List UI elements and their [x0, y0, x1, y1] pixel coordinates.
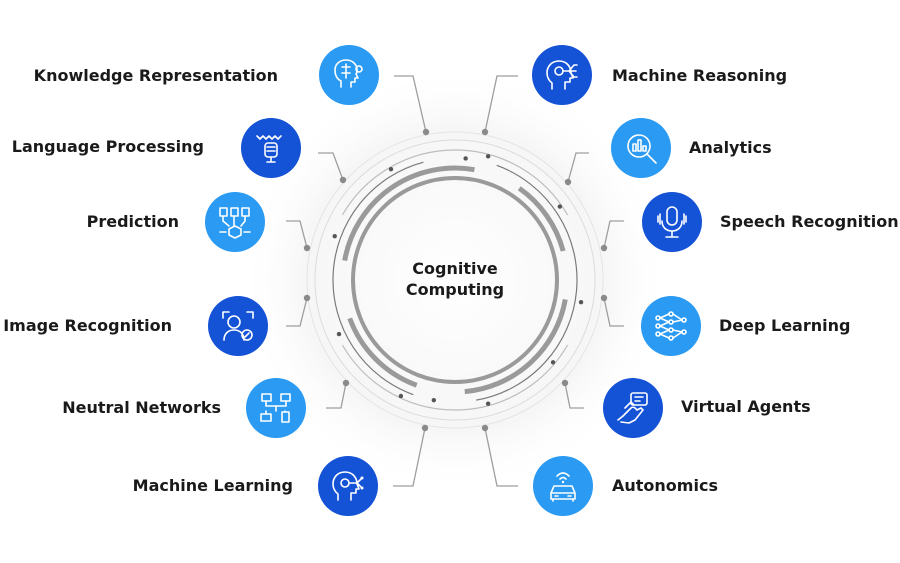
node-machine-reasoning	[532, 45, 592, 105]
connector-dot	[422, 128, 430, 136]
connector-dot	[339, 176, 347, 184]
connector-dot	[342, 379, 350, 387]
autonomous-car-icon	[545, 468, 581, 504]
label-analytics: Analytics	[689, 138, 772, 157]
ring-dot	[557, 204, 563, 209]
center-title: Cognitive Computing	[380, 258, 530, 300]
node-machine-learning	[318, 456, 378, 516]
ring-dot	[578, 300, 584, 305]
ring-dot	[550, 360, 556, 365]
node-speech-recognition	[642, 192, 702, 252]
label-language-processing: Language Processing	[11, 137, 204, 156]
connector-dot	[481, 424, 489, 432]
node-image-recognition	[208, 296, 268, 356]
network-devices-icon	[258, 390, 294, 426]
connector-dot	[561, 379, 569, 387]
ring-dot	[463, 156, 468, 161]
ring-dot	[485, 154, 491, 159]
node-language-processing	[241, 118, 301, 178]
ring-dot	[388, 166, 394, 172]
touch-hand-icon	[615, 390, 651, 426]
label-neutral-networks: Neutral Networks	[62, 398, 221, 417]
node-neutral-networks	[246, 378, 306, 438]
neural-layers-icon	[653, 308, 689, 344]
label-virtual-agents: Virtual Agents	[681, 397, 811, 416]
connector-dot	[303, 244, 311, 252]
node-knowledge-representation	[319, 45, 379, 105]
connector-dot	[303, 294, 311, 302]
node-prediction	[205, 192, 265, 252]
center-title-line2: Computing	[405, 280, 505, 299]
ring-dot	[336, 331, 342, 337]
ai-head-icon	[330, 468, 366, 504]
label-machine-learning: Machine Learning	[132, 476, 293, 495]
node-analytics	[611, 118, 671, 178]
connector-dot	[564, 178, 572, 186]
label-deep-learning: Deep Learning	[719, 316, 851, 335]
node-virtual-agents	[603, 378, 663, 438]
network-cube-icon	[217, 204, 253, 240]
node-deep-learning	[641, 296, 701, 356]
reasoning-head-icon	[544, 57, 580, 93]
ring-dot	[398, 393, 404, 399]
label-machine-reasoning: Machine Reasoning	[612, 66, 788, 85]
label-prediction: Prediction	[86, 212, 179, 231]
brain-head-icon	[331, 57, 367, 93]
ring-dot	[485, 401, 491, 406]
connector-dot	[600, 294, 608, 302]
connector-dot	[481, 128, 489, 136]
voice-wave-icon	[253, 130, 289, 166]
connector-dot	[421, 424, 429, 432]
microphone-icon	[654, 204, 690, 240]
magnifier-chart-icon	[623, 130, 659, 166]
label-knowledge-representation: Knowledge Representation	[33, 66, 278, 85]
ring-dot	[431, 397, 437, 403]
label-autonomics: Autonomics	[612, 476, 718, 495]
connector-dot	[600, 244, 608, 252]
center-title-line1: Cognitive	[412, 259, 498, 278]
node-autonomics	[533, 456, 593, 516]
ring-dot	[332, 234, 337, 239]
face-scan-icon	[220, 308, 256, 344]
label-speech-recognition: Speech Recognition	[720, 212, 899, 231]
label-image-recognition: Image Recognition	[3, 316, 172, 335]
